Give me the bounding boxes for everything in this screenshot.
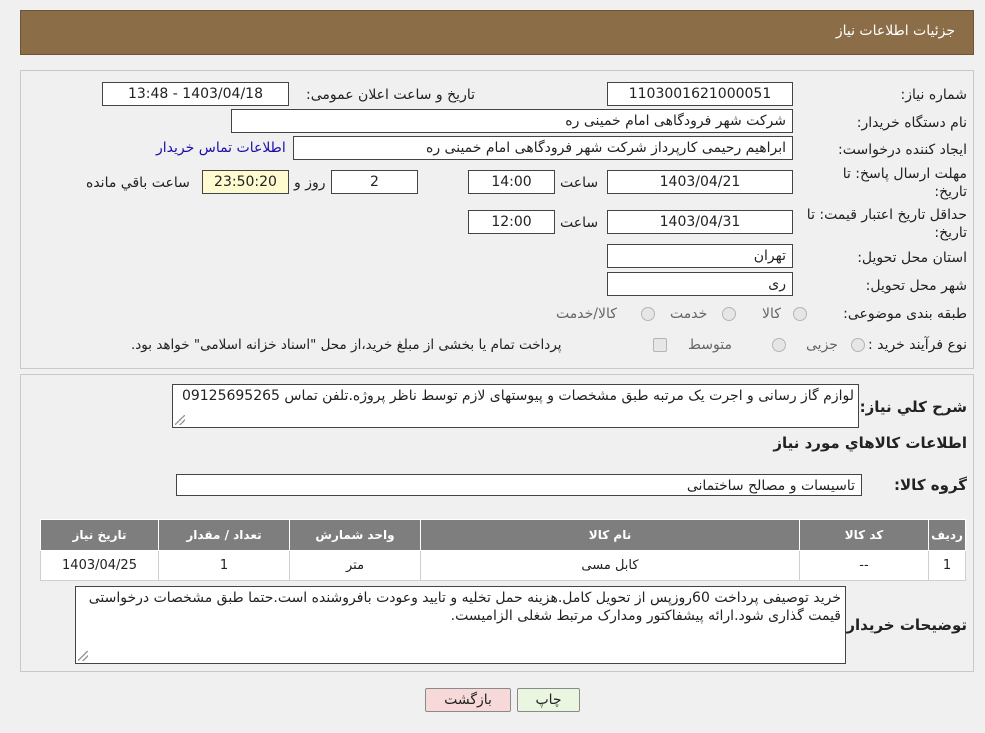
col-date: تاریخ نیاز xyxy=(40,519,159,551)
category-option-goods-service: کالا/خدمت xyxy=(556,306,617,322)
category-radio-service[interactable] xyxy=(722,307,736,321)
buyer-contact-link[interactable]: اطلاعات تماس خریدار xyxy=(156,140,286,156)
need-number-field: 1103001621000051 xyxy=(607,82,793,106)
deadline-label-date: تاریخ: xyxy=(934,184,967,200)
announce-label: تاریخ و ساعت اعلان عمومی: xyxy=(306,87,475,103)
goods-section-title: اطلاعات کالاهاي مورد نياز xyxy=(773,434,967,452)
print-button[interactable]: چاپ xyxy=(517,688,580,712)
category-option-service: خدمت xyxy=(670,306,708,322)
goods-group-field: تاسیسات و مصالح ساختمانی xyxy=(176,474,862,496)
cell-date: 1403/04/25 xyxy=(40,550,159,581)
process-option-minor: جزیی xyxy=(806,337,838,353)
process-note: پرداخت تمام یا بخشی از مبلغ خرید،از محل … xyxy=(131,337,562,353)
validity-time-label: ساعت xyxy=(560,215,599,231)
process-radio-minor[interactable] xyxy=(851,338,865,352)
deadline-date-field: 1403/04/21 xyxy=(607,170,793,194)
page-title: جزئیات اطلاعات نیاز xyxy=(835,23,955,39)
buyer-org-label: نام دستگاه خریدار: xyxy=(856,115,967,131)
table-row: 1 -- کابل مسی متر 1 1403/04/25 xyxy=(40,550,966,581)
goods-group-label: گروه کالا: xyxy=(894,476,967,494)
resize-grip-icon[interactable] xyxy=(175,415,185,425)
process-label: نوع فرآیند خرید : xyxy=(868,337,967,353)
buyer-notes-field: خرید توصیفی پرداخت 60روزپس از تحویل کامل… xyxy=(75,586,846,664)
buyer-notes-text: خرید توصیفی پرداخت 60روزپس از تحویل کامل… xyxy=(88,590,841,624)
deadline-time-field: 14:00 xyxy=(468,170,555,194)
goods-table: رديف کد کالا نام کالا واحد شمارش تعداد /… xyxy=(40,519,966,581)
category-option-goods: کالا xyxy=(762,306,781,322)
validity-time-field: 12:00 xyxy=(468,210,555,234)
city-label: شهر محل تحویل: xyxy=(865,278,967,294)
remaining-time-field: 23:50:20 xyxy=(202,170,289,194)
need-number-label: شماره نیاز: xyxy=(900,87,968,103)
days-label: روز و xyxy=(294,175,326,191)
description-field: لوازم گاز رسانی و اجرت یک مرتبه طبق مشخص… xyxy=(172,384,859,428)
col-row: رديف xyxy=(928,519,966,551)
validity-label: حداقل تاریخ اعتبار قیمت: تا xyxy=(806,207,967,223)
deadline-label: مهلت ارسال پاسخ: تا xyxy=(842,166,967,182)
buyer-org-field: شرکت شهر فرودگاهی امام خمینی ره xyxy=(231,109,793,133)
description-text: لوازم گاز رسانی و اجرت یک مرتبه طبق مشخص… xyxy=(181,388,854,404)
process-option-medium: متوسط xyxy=(688,337,732,353)
category-radio-goods-service[interactable] xyxy=(641,307,655,321)
category-label: طبقه بندی موضوعی: xyxy=(843,306,967,322)
cell-qty: 1 xyxy=(158,550,290,581)
col-qty: تعداد / مقدار xyxy=(158,519,290,551)
cell-row: 1 xyxy=(928,550,966,581)
goods-table-header: رديف کد کالا نام کالا واحد شمارش تعداد /… xyxy=(40,519,966,551)
days-field: 2 xyxy=(331,170,418,194)
creator-field: ابراهیم رحیمی کارپرداز شرکت شهر فرودگاهی… xyxy=(293,136,793,160)
treasury-checkbox[interactable] xyxy=(653,338,667,352)
remaining-label: ساعت باقي مانده xyxy=(86,175,190,191)
announce-field: 1403/04/18 - 13:48 xyxy=(102,82,289,106)
creator-label: ایجاد کننده درخواست: xyxy=(838,142,967,158)
back-button[interactable]: بازگشت xyxy=(425,688,511,712)
col-unit: واحد شمارش xyxy=(289,519,421,551)
validity-label-date: تاریخ: xyxy=(934,225,967,241)
deadline-time-label: ساعت xyxy=(560,175,599,191)
city-field: ری xyxy=(607,272,793,296)
province-field: تهران xyxy=(607,244,793,268)
resize-grip-icon[interactable] xyxy=(78,651,88,661)
cell-code: -- xyxy=(799,550,929,581)
category-radio-goods[interactable] xyxy=(793,307,807,321)
process-radio-medium[interactable] xyxy=(772,338,786,352)
province-label: استان محل تحویل: xyxy=(857,250,967,266)
cell-unit: متر xyxy=(289,550,421,581)
buyer-notes-label: توضیحات خریدار: xyxy=(840,616,967,634)
col-code: کد کالا xyxy=(799,519,929,551)
page-header: جزئیات اطلاعات نیاز xyxy=(20,10,974,55)
col-name: نام کالا xyxy=(420,519,800,551)
cell-name: کابل مسی xyxy=(420,550,800,581)
validity-date-field: 1403/04/31 xyxy=(607,210,793,234)
description-label: شرح کلي نياز: xyxy=(859,398,967,416)
